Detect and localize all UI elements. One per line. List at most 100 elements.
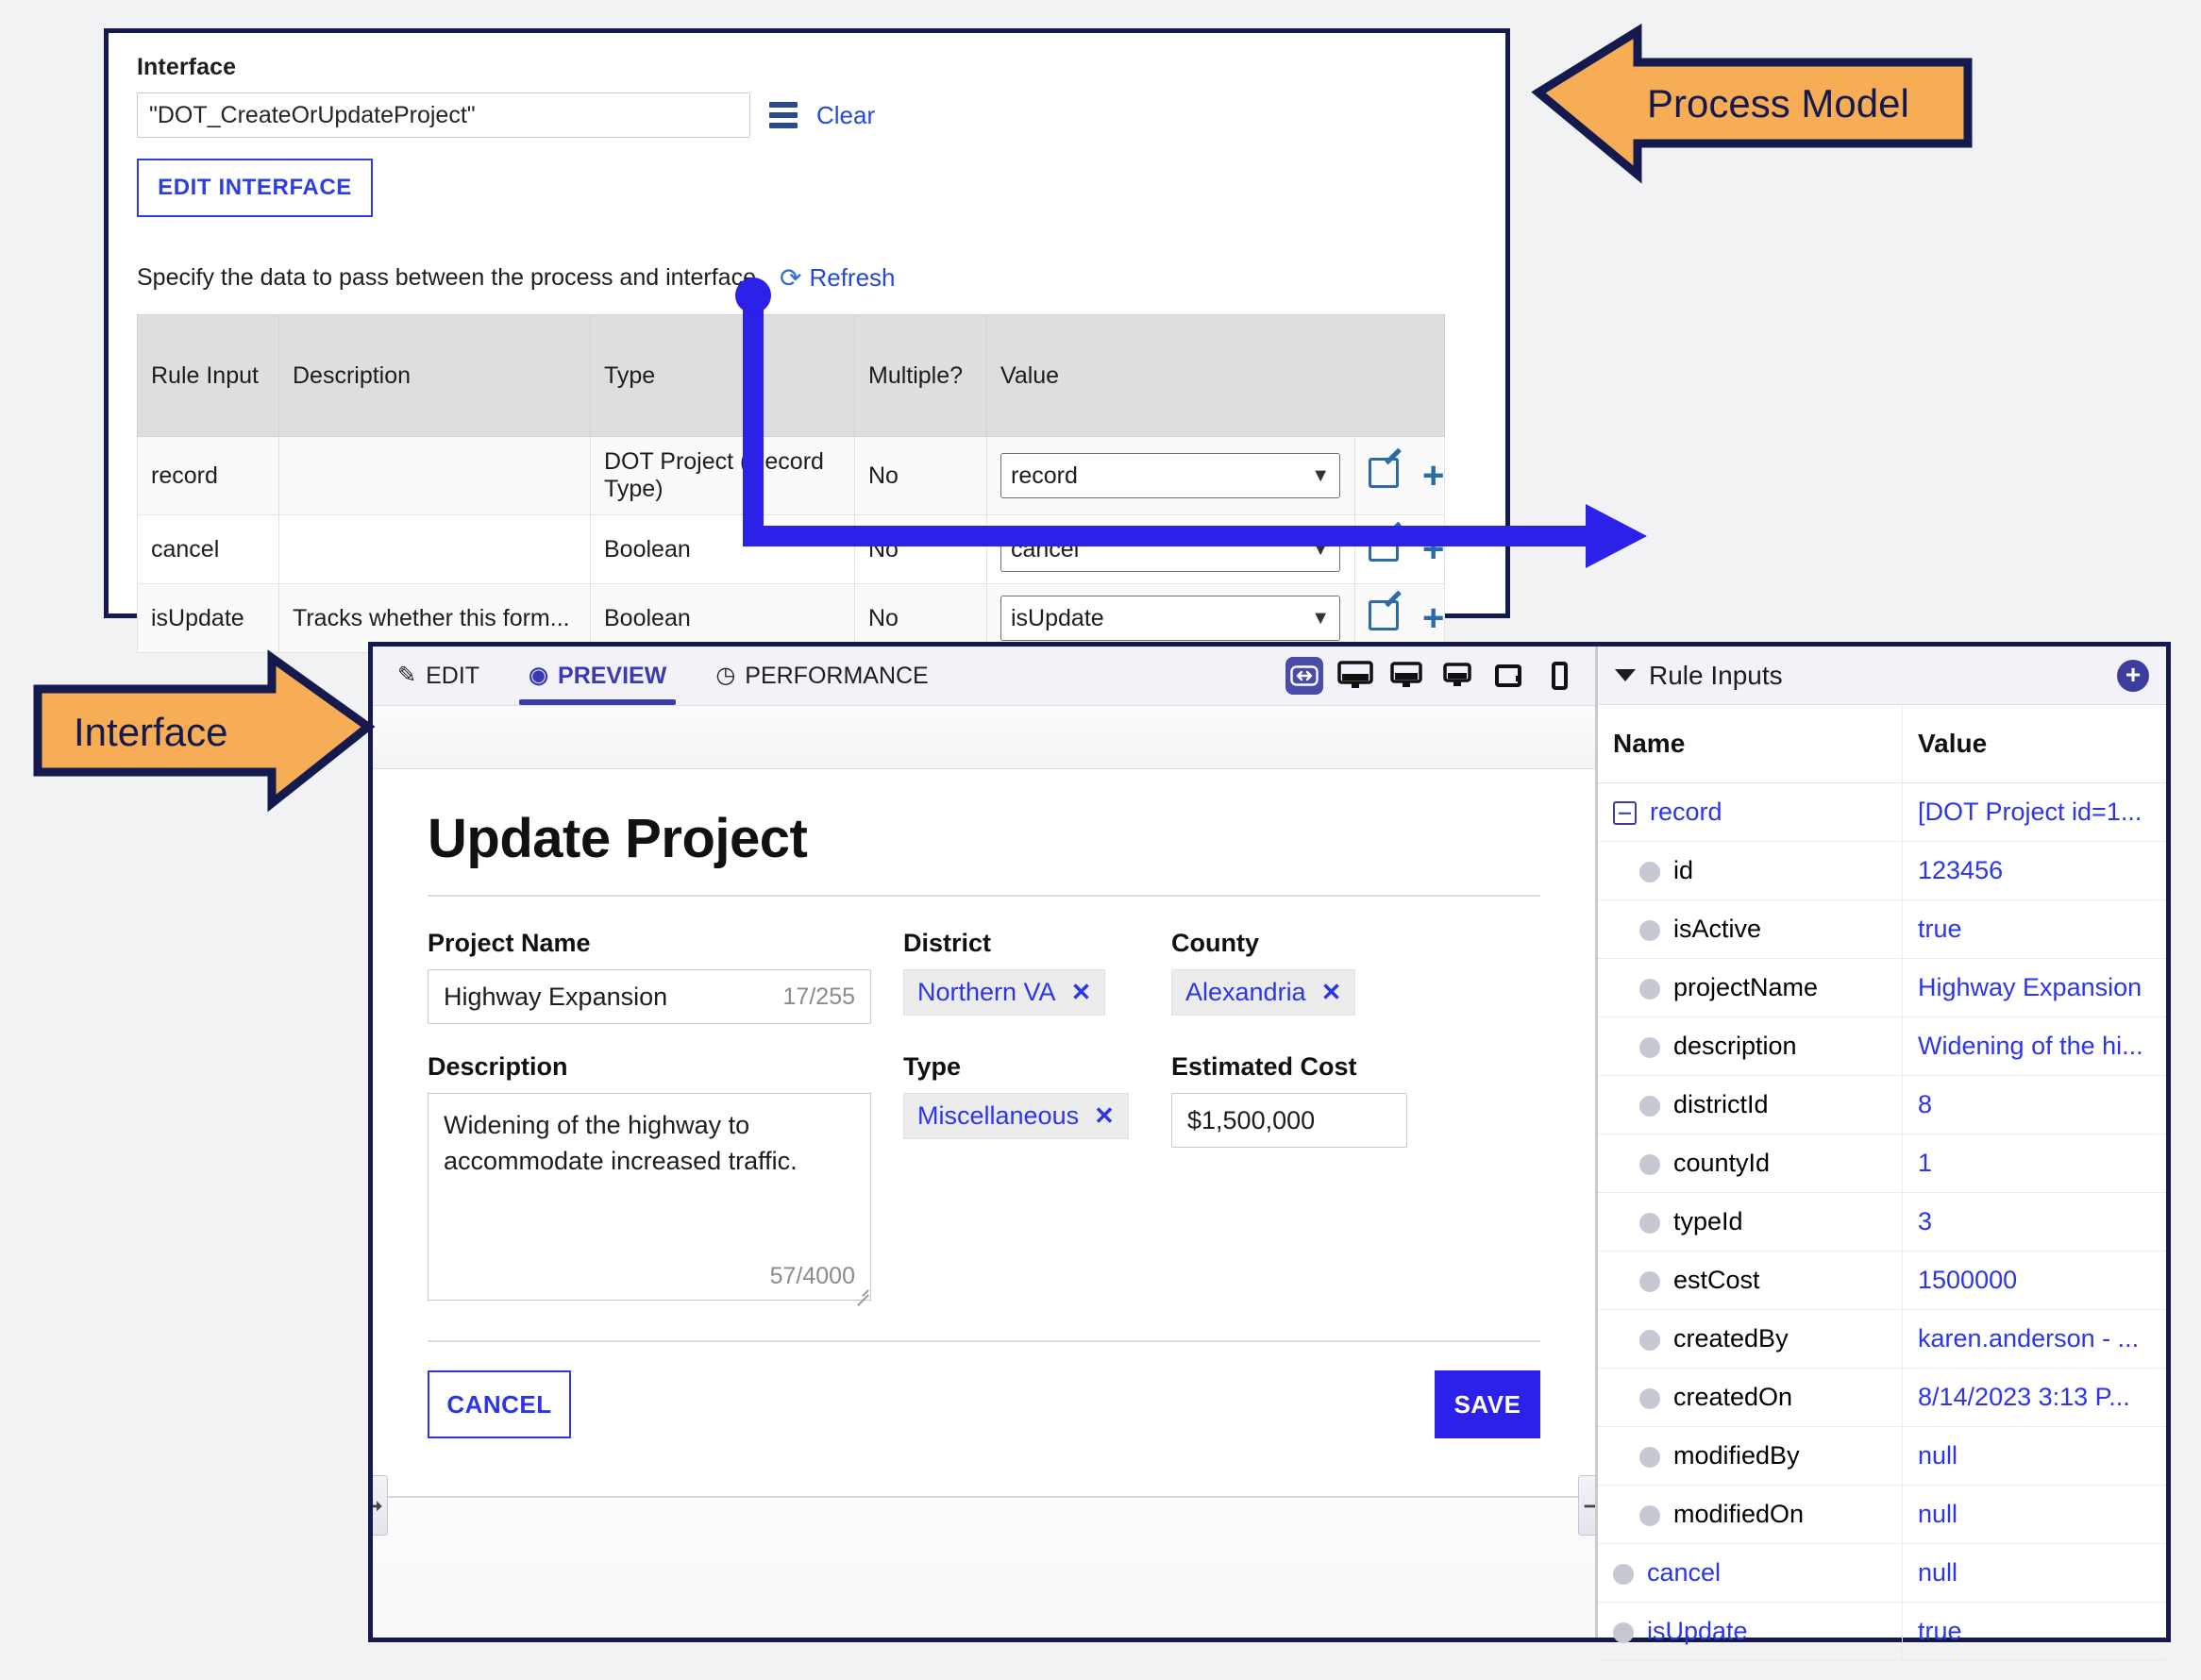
field-bullet-icon [1639, 1446, 1660, 1468]
description-group: Description Widening of the highway to a… [428, 1052, 871, 1301]
preview-bottom-strip [373, 1496, 1595, 1638]
clear-link[interactable]: Clear [816, 101, 875, 130]
rule-input-name-cell: isActive [1598, 899, 1903, 959]
tab-preview[interactable]: ◉ PREVIEW [504, 647, 691, 705]
county-chip[interactable]: Alexandria ✕ [1171, 969, 1356, 1016]
field-bullet-icon [1639, 1387, 1660, 1409]
cell-value: record ▼ [986, 436, 1355, 515]
actions-divider [428, 1340, 1540, 1342]
rule-input-value: Highway Expansion [1902, 958, 2166, 1017]
rule-input-name-cell: estCost [1598, 1251, 1903, 1310]
rule-input-row[interactable]: modifiedBy null [1598, 1426, 2166, 1486]
rule-input-name-cell: createdOn [1598, 1368, 1903, 1427]
field-bullet-icon [1639, 1329, 1660, 1351]
device-preview-group [1285, 647, 1584, 705]
rule-input-name: modifiedBy [1673, 1441, 1800, 1470]
edit-row-icon[interactable] [1369, 599, 1399, 637]
cancel-button[interactable]: CANCEL [428, 1370, 571, 1438]
phone-icon[interactable] [1540, 657, 1578, 695]
value-select-cancel[interactable]: cancel ▼ [1000, 527, 1340, 572]
title-divider [428, 895, 1540, 897]
county-group: County Alexandria ✕ [1171, 929, 1407, 1024]
cell-multiple: No [854, 436, 987, 515]
rule-input-name: record [1650, 798, 1722, 826]
rule-input-name-cell: countyId [1598, 1134, 1903, 1193]
clock-icon: ◷ [715, 663, 736, 688]
rule-input-row[interactable]: description Widening of the hi... [1598, 1016, 2166, 1076]
rule-input-row[interactable]: cancel null [1598, 1543, 2166, 1603]
left-collapse-handle[interactable]: ➞ [373, 1475, 388, 1536]
cell-rule-input: isUpdate [137, 583, 279, 653]
rule-input-row[interactable]: createdOn 8/14/2023 3:13 P... [1598, 1368, 2166, 1427]
desktop-large-icon[interactable] [1336, 657, 1374, 695]
responsive-icon[interactable] [1285, 657, 1323, 695]
value-select-isupdate[interactable]: isUpdate ▼ [1000, 596, 1340, 641]
rule-input-row[interactable]: modifiedOn null [1598, 1485, 2166, 1544]
process-model-panel: Interface "DOT_CreateOrUpdateProject" Cl… [104, 28, 1510, 653]
rule-input-name: isUpdate [1647, 1617, 1748, 1645]
description-label: Description [428, 1052, 568, 1081]
rule-input-name: estCost [1673, 1266, 1760, 1294]
rule-input-name: cancel [1647, 1558, 1722, 1587]
chevron-down-icon: ▼ [1311, 464, 1330, 486]
add-row-icon[interactable]: + [1422, 530, 1444, 568]
rule-input-row[interactable]: districtId 8 [1598, 1075, 2166, 1134]
cell-actions: + [1354, 514, 1445, 584]
district-label: District [903, 929, 992, 957]
rule-input-row[interactable]: isActive true [1598, 899, 2166, 959]
field-bullet-icon [1639, 861, 1660, 882]
rule-input-name-cell: typeId [1598, 1192, 1903, 1252]
remove-type-icon[interactable]: ✕ [1094, 1101, 1115, 1131]
value-select-record[interactable]: record ▼ [1000, 453, 1340, 498]
rule-input-name-cell: description [1598, 1016, 1903, 1076]
save-button[interactable]: SAVE [1435, 1370, 1540, 1438]
list-icon[interactable] [769, 102, 798, 128]
rule-input-name: isActive [1673, 915, 1762, 943]
tablet-icon[interactable] [1489, 657, 1527, 695]
cell-rule-input: cancel [137, 514, 279, 584]
edit-row-icon[interactable] [1369, 530, 1399, 568]
rule-inputs-panel: Rule Inputs + Name Value record [DOT Proj… [1595, 647, 2166, 1661]
rule-input-name-cell: modifiedBy [1598, 1426, 1903, 1486]
edit-row-icon[interactable] [1369, 457, 1399, 495]
project-name-input[interactable]: Highway Expansion 17/255 [428, 969, 871, 1024]
interface-name-input[interactable]: "DOT_CreateOrUpdateProject" [137, 92, 750, 138]
rule-input-value: 3 [1902, 1192, 2166, 1252]
tab-performance[interactable]: ◷ PERFORMANCE [691, 647, 952, 705]
caret-down-icon[interactable] [1615, 669, 1636, 681]
remove-county-icon[interactable]: ✕ [1321, 978, 1342, 1007]
tab-preview-label: PREVIEW [558, 662, 667, 689]
estimated-cost-input[interactable]: $1,500,000 [1171, 1093, 1407, 1148]
rule-input-row[interactable]: estCost 1500000 [1598, 1251, 2166, 1310]
district-chip[interactable]: Northern VA ✕ [903, 969, 1106, 1016]
rule-input-row[interactable]: projectName Highway Expansion [1598, 958, 2166, 1017]
collapse-minus-icon[interactable] [1613, 801, 1637, 826]
refresh-link[interactable]: Refresh [809, 263, 895, 293]
desktop-medium-icon[interactable] [1387, 657, 1425, 695]
rule-input-name: id [1673, 856, 1694, 884]
rule-input-row[interactable]: isUpdate true [1598, 1602, 2166, 1661]
desktop-small-icon[interactable] [1438, 657, 1476, 695]
rule-input-name-cell: createdBy [1598, 1309, 1903, 1369]
rule-input-row[interactable]: id 123456 [1598, 841, 2166, 900]
type-chip[interactable]: Miscellaneous ✕ [903, 1093, 1129, 1139]
edit-interface-button[interactable]: EDIT INTERFACE [137, 159, 373, 217]
resize-grip-icon[interactable] [853, 1283, 868, 1298]
type-group: Type Miscellaneous ✕ [903, 1052, 1139, 1301]
add-row-icon[interactable]: + [1422, 457, 1444, 495]
page-title: Update Project [428, 808, 808, 869]
add-row-icon[interactable]: + [1422, 599, 1444, 637]
refresh-icon[interactable]: ⟳ [780, 262, 801, 294]
add-rule-input-icon[interactable]: + [2117, 659, 2149, 692]
description-textarea[interactable]: Widening of the highway to accommodate i… [428, 1093, 871, 1301]
right-collapse-handle[interactable]: ➞ [1578, 1475, 1595, 1536]
field-bullet-icon [1639, 1095, 1660, 1117]
tab-edit[interactable]: ✎ EDIT [373, 647, 504, 705]
tab-edit-label: EDIT [426, 662, 480, 689]
rule-input-row[interactable]: record [DOT Project id=1... [1598, 782, 2166, 842]
rule-input-row[interactable]: createdBy karen.anderson - ... [1598, 1309, 2166, 1369]
remove-district-icon[interactable]: ✕ [1071, 978, 1092, 1007]
col-multiple: Multiple? [854, 314, 987, 437]
rule-input-row[interactable]: countyId 1 [1598, 1134, 2166, 1193]
rule-input-row[interactable]: typeId 3 [1598, 1192, 2166, 1252]
